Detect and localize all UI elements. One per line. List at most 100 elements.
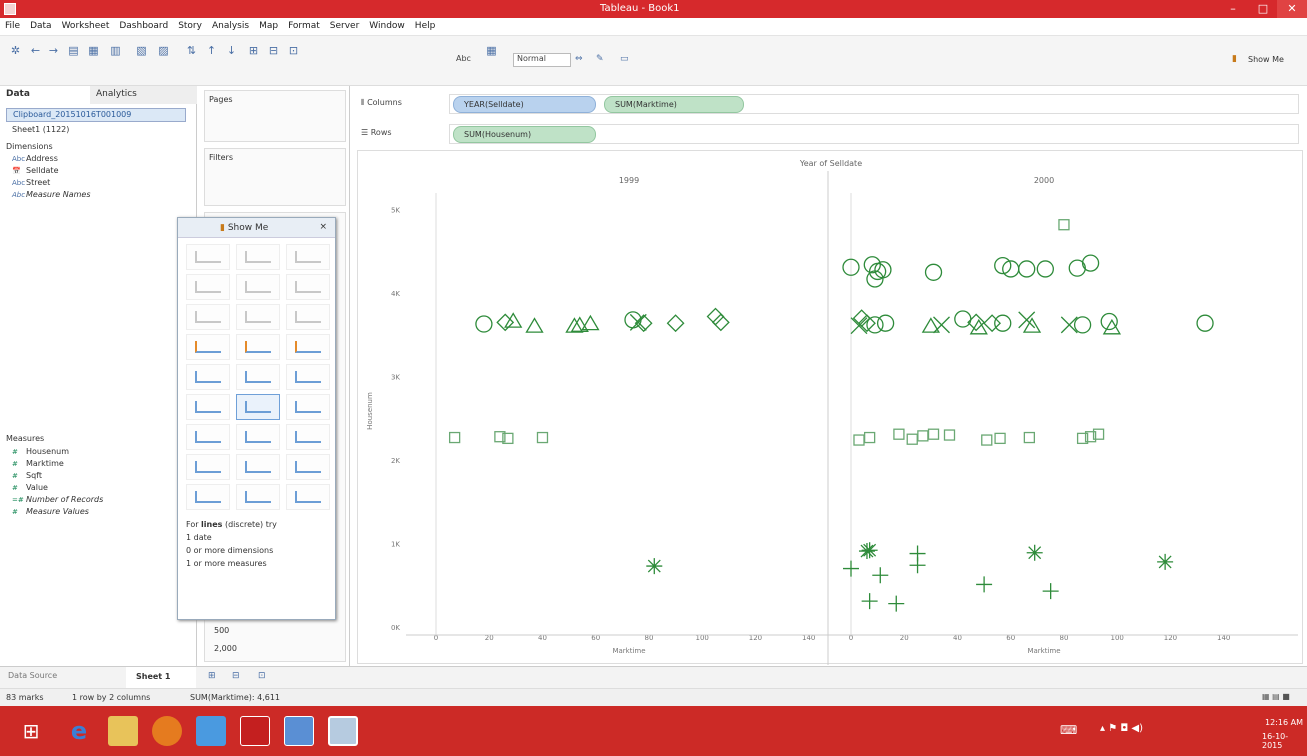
redo-icon[interactable]: → [46,44,61,58]
clock-date[interactable]: 16-10-2015 [1262,732,1307,750]
clock-time[interactable]: 12:16 AM [1265,718,1303,727]
fit-dropdown[interactable]: Normal [513,53,571,67]
paint-icon[interactable] [284,716,314,746]
acrobat-icon[interactable] [240,716,270,746]
tray-icons[interactable]: ▴ ⚑ ◘ ◀) [1100,723,1143,734]
chart-type-thumbnail[interactable] [186,274,230,300]
pages-card[interactable]: Pages [204,90,346,142]
menu-worksheet[interactable]: Worksheet [57,18,115,31]
undo-icon[interactable]: ← [28,44,43,58]
dimension-measure-names[interactable]: AbcMeasure Names [12,190,91,199]
menu-story[interactable]: Story [173,18,207,31]
measure-measure-values[interactable]: # Measure Values [12,507,89,516]
menu-file[interactable]: File [0,18,25,31]
chart-type-thumbnail[interactable] [186,364,230,390]
menu-window[interactable]: Window [364,18,410,31]
chart-type-thumbnail[interactable] [186,304,230,330]
file-explorer-icon[interactable] [108,716,138,746]
pill-sum-housenum[interactable]: SUM(Housenum) [453,126,596,143]
chart-type-thumbnail[interactable] [236,454,280,480]
add-datasource-icon[interactable]: ▦ [86,44,101,58]
datasource-item[interactable]: Clipboard_20151016T001009 [6,108,186,122]
measure-sqft[interactable]: # Sqft [12,471,42,480]
measure-value[interactable]: # Value [12,483,48,492]
chart-type-thumbnail[interactable] [186,394,230,420]
chart-type-thumbnail[interactable] [186,454,230,480]
menu-format[interactable]: Format [283,18,325,31]
dimension-street[interactable]: AbcStreet [12,178,50,187]
close-icon[interactable]: × [319,222,327,232]
new-sheet-icon[interactable]: ▥ [108,44,123,58]
measure-marktime[interactable]: # Marktime [12,459,64,468]
chart-type-thumbnail[interactable] [236,394,280,420]
save-icon[interactable]: ▤ [66,44,81,58]
swap-icon[interactable]: ⇅ [184,44,199,58]
internet-explorer-icon[interactable]: e [64,716,94,746]
firefox-icon[interactable] [152,716,182,746]
measure-housenum[interactable]: # Housenum [12,447,69,456]
menu-dashboard[interactable]: Dashboard [114,18,173,31]
sheet1-tab[interactable]: Sheet 1 [126,667,196,688]
menu-help[interactable]: Help [410,18,441,31]
chart-type-thumbnail[interactable] [186,244,230,270]
menu-data[interactable]: Data [25,18,57,31]
measure-number-of-records[interactable]: =# Number of Records [12,495,103,504]
tableau-taskbar-icon[interactable] [328,716,358,746]
duplicate-sheet-icon[interactable]: ▧ [134,44,149,58]
chart-type-thumbnail[interactable] [236,484,280,510]
clear-sheet-icon[interactable]: ▨ [156,44,171,58]
chart-type-thumbnail[interactable] [286,274,330,300]
chart-type-thumbnail[interactable] [236,334,280,360]
viz-area[interactable]: Year of Selldate 1999 0 20 40 60 80 100 120 140 Ma… [357,150,1304,665]
media-player-icon[interactable] [196,716,226,746]
chart-type-thumbnail[interactable] [236,274,280,300]
chart-type-thumbnail[interactable] [236,424,280,450]
dimension-address[interactable]: AbcAddress [12,154,58,163]
dimension-selldate[interactable]: 📅 Selldate [12,166,58,175]
new-dashboard-icon[interactable]: ⊟ [232,671,240,681]
keyboard-icon[interactable]: ⌨ [1060,723,1077,737]
chart-type-thumbnail[interactable] [286,334,330,360]
chart-type-thumbnail[interactable] [286,364,330,390]
data-source-tab[interactable]: Data Source [8,671,57,680]
new-worksheet-icon[interactable]: ⊞ [208,671,216,681]
view-mode-icon[interactable]: ▦ ▤ ■ [1262,692,1290,701]
highlight-icon[interactable]: ▦ [484,44,499,58]
minimize-button[interactable]: – [1218,0,1248,18]
new-story-icon[interactable]: ⊡ [258,671,266,681]
pen-icon[interactable]: ✎ [596,54,604,64]
tab-data[interactable]: Data [0,86,90,104]
chart-type-thumbnail[interactable] [286,304,330,330]
chart-type-thumbnail[interactable] [186,484,230,510]
pin-icon[interactable]: ⊡ [286,44,301,58]
windows-start-icon[interactable]: ⊞ [16,716,46,746]
maximize-button[interactable]: □ [1248,0,1278,18]
chart-type-thumbnail[interactable] [286,244,330,270]
fit-width-icon[interactable]: ⇔ [575,54,583,64]
chart-type-thumbnail[interactable] [236,244,280,270]
sheet-source-item[interactable]: Sheet1 (1122) [6,124,186,137]
label-icon[interactable]: ⊟ [266,44,281,58]
chart-type-thumbnail[interactable] [286,424,330,450]
menu-analysis[interactable]: Analysis [207,18,254,31]
chart-type-thumbnail[interactable] [286,454,330,480]
presentation-icon[interactable]: ▭ [620,54,629,64]
close-button[interactable]: ✕ [1277,0,1307,18]
pill-year-selldate[interactable]: YEAR(Selldate) [453,96,596,113]
menu-server[interactable]: Server [325,18,365,31]
show-me-toolbar-button[interactable]: Show Me [1248,55,1284,64]
chart-type-thumbnail[interactable] [186,424,230,450]
sort-desc-icon[interactable]: ↓ [224,44,239,58]
scatter-chart[interactable]: Year of Selldate19990 20 40 60 80 100 120 140Ma… [358,151,1304,665]
pill-sum-marktime[interactable]: SUM(Marktime) [604,96,744,113]
chart-type-thumbnail[interactable] [236,304,280,330]
chart-type-thumbnail[interactable] [286,484,330,510]
tableau-logo-icon[interactable]: ✲ [8,44,23,58]
chart-type-thumbnail[interactable] [236,364,280,390]
group-icon[interactable]: ⊞ [246,44,261,58]
chart-type-thumbnail[interactable] [186,334,230,360]
filters-card[interactable]: Filters [204,148,346,206]
sort-asc-icon[interactable]: ↑ [204,44,219,58]
tab-analytics[interactable]: Analytics [90,86,197,104]
menu-map[interactable]: Map [254,18,283,31]
